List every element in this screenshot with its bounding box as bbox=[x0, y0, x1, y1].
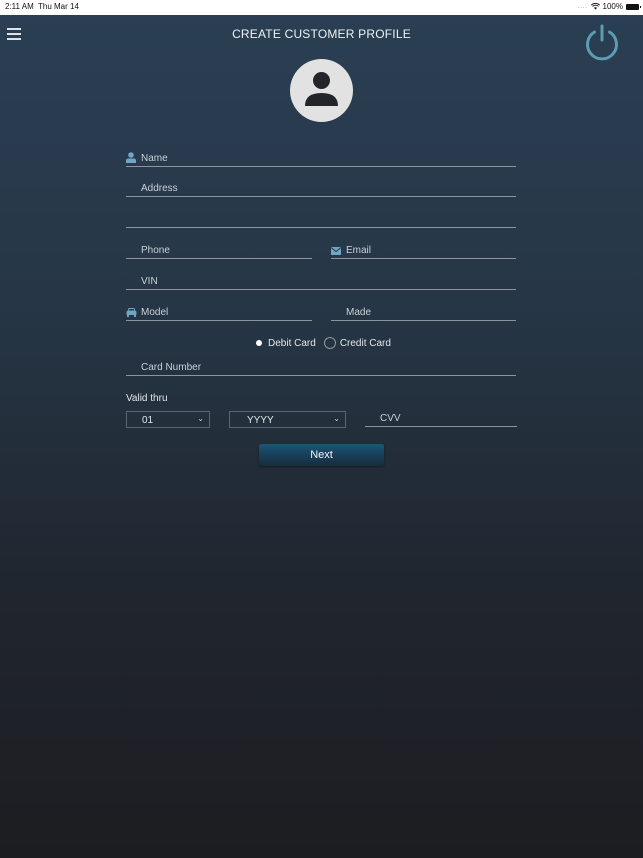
year-select[interactable]: YYYY ⌄ bbox=[229, 411, 346, 428]
made-placeholder: Made bbox=[346, 307, 372, 318]
car-icon bbox=[126, 308, 137, 317]
made-field[interactable]: Made bbox=[331, 302, 516, 321]
card-number-field[interactable]: Card Number bbox=[126, 357, 516, 376]
avatar[interactable] bbox=[290, 59, 353, 122]
name-field[interactable]: Name bbox=[126, 148, 516, 167]
envelope-icon bbox=[331, 247, 341, 255]
status-time: 2:11 AM bbox=[5, 2, 34, 11]
card-number-placeholder: Card Number bbox=[141, 362, 202, 373]
credit-card-label: Credit Card bbox=[339, 337, 391, 349]
power-icon[interactable] bbox=[582, 23, 622, 63]
battery-percent: 100% bbox=[602, 2, 623, 11]
chevron-down-icon: ⌄ bbox=[197, 414, 204, 423]
status-bar: 2:11 AM Thu Mar 14 .... 100% bbox=[0, 0, 643, 15]
cvv-placeholder: CVV bbox=[380, 413, 401, 424]
person-icon bbox=[126, 152, 136, 163]
chevron-down-icon: ⌄ bbox=[333, 414, 340, 423]
year-value: YYYY bbox=[247, 415, 274, 426]
credit-card-radio[interactable]: Credit Card bbox=[323, 337, 391, 349]
address-field[interactable]: Address bbox=[126, 178, 516, 197]
radio-unselected-icon bbox=[323, 337, 336, 349]
wifi-icon bbox=[590, 3, 600, 10]
battery-icon bbox=[626, 3, 641, 10]
month-value: 01 bbox=[142, 415, 154, 426]
page-title: CREATE CUSTOMER PROFILE bbox=[232, 27, 411, 41]
month-select[interactable]: 01 ⌄ bbox=[126, 411, 210, 428]
user-avatar-icon bbox=[305, 72, 338, 106]
status-date: Thu Mar 14 bbox=[38, 2, 79, 11]
radio-selected-icon bbox=[254, 338, 264, 348]
signal-indicator: .... bbox=[577, 3, 588, 10]
debit-card-label: Debit Card bbox=[268, 337, 316, 349]
debit-card-radio[interactable]: Debit Card bbox=[254, 338, 316, 349]
vin-field[interactable]: VIN bbox=[126, 271, 516, 290]
payment-type-radio-group: Debit Card Credit Card bbox=[254, 337, 395, 349]
phone-field[interactable]: Phone bbox=[126, 240, 312, 259]
address-line2-field[interactable] bbox=[126, 209, 516, 228]
phone-placeholder: Phone bbox=[141, 245, 170, 256]
name-placeholder: Name bbox=[141, 153, 168, 164]
status-right: .... 100% bbox=[577, 2, 641, 11]
vin-placeholder: VIN bbox=[141, 276, 158, 287]
cvv-field[interactable]: CVV bbox=[365, 408, 517, 427]
model-field[interactable]: Model bbox=[126, 302, 312, 321]
model-placeholder: Model bbox=[141, 307, 169, 318]
valid-thru-label: Valid thru bbox=[126, 393, 168, 404]
address-placeholder: Address bbox=[141, 183, 178, 194]
email-placeholder: Email bbox=[346, 245, 372, 256]
email-field[interactable]: Email bbox=[331, 240, 516, 259]
next-button[interactable]: Next bbox=[259, 444, 384, 466]
